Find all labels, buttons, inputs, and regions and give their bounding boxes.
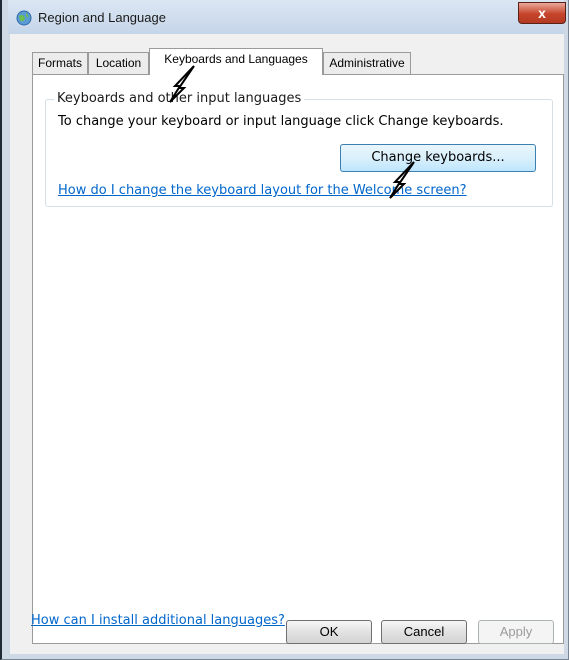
globe-icon <box>16 10 32 26</box>
cursor-arrow-icon <box>169 65 195 103</box>
install-languages-link[interactable]: How can I install additional languages? <box>31 613 285 628</box>
change-keyboards-button[interactable]: Change keyboards... <box>340 144 536 172</box>
button-label: Cancel <box>403 624 445 639</box>
tab-location[interactable]: Location <box>88 52 149 74</box>
cursor-arrow-icon <box>389 161 415 199</box>
tab-formats[interactable]: Formats <box>32 52 88 74</box>
button-label: OK <box>319 624 339 639</box>
close-button[interactable]: x <box>518 2 566 24</box>
ok-button[interactable]: OK <box>286 620 372 644</box>
apply-button[interactable]: Apply <box>478 620 554 644</box>
tab-panel: Keyboards and other input languages To c… <box>31 74 564 644</box>
close-icon: x <box>538 5 546 21</box>
group-description: To change your keyboard or input languag… <box>58 114 504 129</box>
title-bar[interactable]: Region and Language x <box>8 0 566 34</box>
tab-label: Formats <box>37 56 82 70</box>
button-label: Apply <box>499 624 533 639</box>
keyboards-groupbox: Keyboards and other input languages To c… <box>45 91 553 207</box>
cancel-button[interactable]: Cancel <box>381 620 467 644</box>
tab-administrative[interactable]: Administrative <box>323 52 411 74</box>
window-title: Region and Language <box>38 10 166 25</box>
region-language-dialog: Region and Language x Formats Location K… <box>0 0 569 660</box>
tab-label: Location <box>95 56 142 70</box>
tab-label: Administrative <box>329 56 405 70</box>
dialog-client: Formats Location Keyboards and Languages… <box>10 34 564 654</box>
